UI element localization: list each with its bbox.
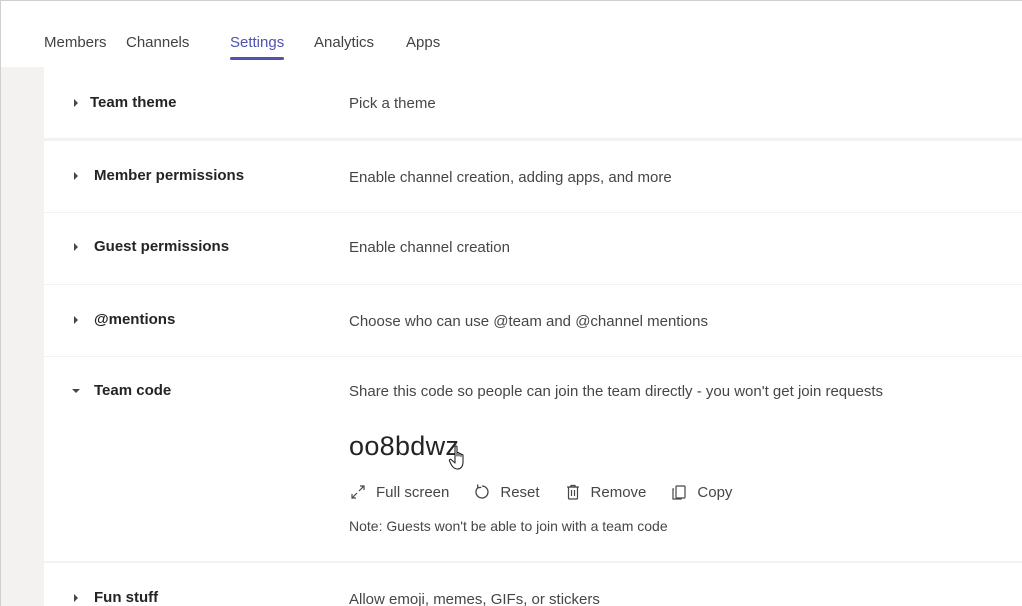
chevron-right-icon[interactable]	[71, 171, 81, 181]
setting-title[interactable]: Team theme	[90, 94, 176, 112]
setting-title[interactable]: Team code	[94, 382, 171, 400]
settings-row-mentions[interactable]: @mentions Choose who can use @team and @…	[44, 285, 1022, 356]
tab-analytics[interactable]: Analytics	[314, 34, 374, 52]
tab-apps[interactable]: Apps	[406, 34, 440, 52]
reset-icon	[473, 483, 491, 501]
tab-members[interactable]: Members	[44, 34, 107, 52]
chevron-down-icon[interactable]	[71, 386, 81, 396]
remove-button[interactable]: Remove	[564, 483, 647, 501]
trash-icon	[564, 483, 582, 501]
team-code-note: Note: Guests won't be able to join with …	[349, 518, 668, 534]
settings-row-guest-permissions[interactable]: Guest permissions Enable channel creatio…	[44, 213, 1022, 284]
setting-description: Allow emoji, memes, GIFs, or stickers	[349, 591, 600, 606]
expand-icon	[349, 483, 367, 501]
setting-description: Share this code so people can join the t…	[349, 383, 884, 400]
setting-title[interactable]: @mentions	[94, 311, 175, 329]
copy-button[interactable]: Copy	[670, 483, 732, 501]
setting-description: Enable channel creation, adding apps, an…	[349, 169, 672, 186]
setting-description: Pick a theme	[349, 95, 436, 112]
chevron-right-icon[interactable]	[71, 98, 81, 108]
setting-title[interactable]: Member permissions	[94, 167, 244, 185]
chevron-right-icon[interactable]	[71, 315, 81, 325]
copy-label: Copy	[697, 483, 733, 501]
setting-description: Enable channel creation	[349, 239, 510, 256]
full-screen-button[interactable]: Full screen	[349, 483, 449, 501]
remove-label: Remove	[590, 483, 647, 501]
setting-title[interactable]: Fun stuff	[94, 589, 158, 606]
reset-button[interactable]: Reset	[473, 483, 540, 501]
settings-row-team-code[interactable]: Team code Share this code so people can …	[44, 357, 1022, 561]
tab-settings[interactable]: Settings	[230, 34, 285, 60]
settings-row-member-permissions[interactable]: Member permissions Enable channel creati…	[44, 141, 1022, 212]
setting-title[interactable]: Guest permissions	[94, 238, 229, 256]
app-frame: Members Channels Settings Analytics Apps…	[0, 0, 1022, 606]
full-screen-label: Full screen	[376, 483, 450, 501]
settings-row-fun-stuff[interactable]: Fun stuff Allow emoji, memes, GIFs, or s…	[44, 563, 1022, 606]
setting-description: Choose who can use @team and @channel me…	[349, 313, 708, 330]
settings-row-team-theme[interactable]: Team theme Pick a theme	[44, 67, 1022, 138]
chevron-right-icon[interactable]	[71, 242, 81, 252]
team-code-value: oo8bdwz	[349, 431, 460, 461]
hand-pointer-icon	[448, 445, 464, 470]
reset-label: Reset	[500, 483, 540, 501]
team-code-actions: Full screen Reset Remove Copy	[349, 482, 756, 502]
chevron-right-icon[interactable]	[71, 593, 81, 603]
tab-bar: Members Channels Settings Analytics Apps	[1, 1, 1022, 67]
settings-panel: Team theme Pick a theme Member permissio…	[44, 67, 1022, 606]
tab-channels[interactable]: Channels	[126, 34, 189, 52]
copy-icon	[670, 483, 688, 501]
